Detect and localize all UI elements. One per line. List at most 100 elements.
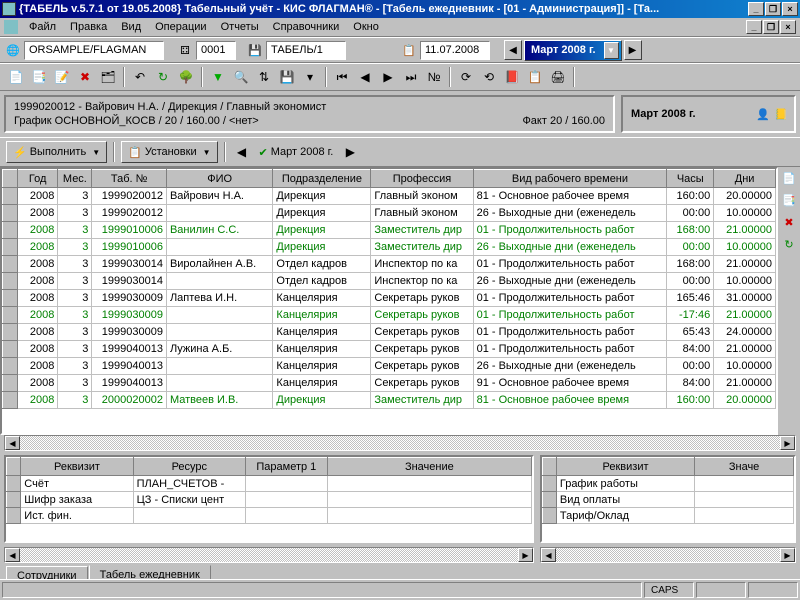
print-icon[interactable]: 🖨 bbox=[548, 67, 568, 87]
side-delete-icon[interactable]: ✖ bbox=[780, 213, 798, 231]
table-row[interactable]: 200831999020012ДирекцияГлавный эконом26 … bbox=[3, 205, 776, 222]
disk-icon[interactable]: 💾 bbox=[246, 41, 264, 59]
app-menu-icon[interactable] bbox=[4, 20, 18, 34]
scroll-right-icon[interactable]: ▶ bbox=[780, 436, 795, 450]
date-field[interactable]: 11.07.2008 bbox=[420, 41, 490, 60]
period-dropdown[interactable]: Март 2008 г. ▼ bbox=[524, 40, 622, 61]
save-icon[interactable]: 💾 bbox=[277, 67, 297, 87]
col-header[interactable]: Реквизит bbox=[556, 458, 694, 476]
next-icon[interactable]: ▶ bbox=[378, 67, 398, 87]
code-field[interactable]: 0001 bbox=[196, 41, 236, 60]
menu-file[interactable]: Файл bbox=[22, 19, 63, 35]
table-row[interactable]: График работы bbox=[543, 476, 794, 492]
month-prev-button[interactable]: ◀ bbox=[232, 142, 252, 162]
structure-icon[interactable]: ⚃ bbox=[176, 41, 194, 59]
view-icon[interactable]: 🗂 bbox=[98, 67, 118, 87]
link1-icon[interactable]: ⟳ bbox=[456, 67, 476, 87]
table-row[interactable]: 200831999030014Отдел кадровИнспектор по … bbox=[3, 273, 776, 290]
col-header[interactable]: Мес. bbox=[58, 170, 92, 188]
link2-icon[interactable]: ⟲ bbox=[479, 67, 499, 87]
menu-operations[interactable]: Операции bbox=[148, 19, 213, 35]
new-icon[interactable]: 📄 bbox=[6, 67, 26, 87]
col-header[interactable]: Дни bbox=[714, 170, 776, 188]
table-row[interactable]: 200832000020002Матвеев И.В.ДирекцияЗамес… bbox=[3, 392, 776, 409]
table-row[interactable]: 200831999040013Лужина А.Б.КанцелярияСекр… bbox=[3, 341, 776, 358]
col-header[interactable]: ФИО bbox=[166, 170, 272, 188]
path-field[interactable]: ТАБЕЛЬ/1 bbox=[266, 41, 346, 60]
right-hscroll[interactable]: ◀▶ bbox=[540, 547, 796, 563]
filter-icon[interactable]: ▼ bbox=[208, 67, 228, 87]
left-hscroll[interactable]: ◀▶ bbox=[4, 547, 534, 563]
table-row[interactable]: 200831999030009Лаптева И.Н.КанцелярияСек… bbox=[3, 290, 776, 307]
table-row[interactable]: 200831999040013КанцелярияСекретарь руков… bbox=[3, 375, 776, 392]
requisites-grid-left[interactable]: РеквизитРесурсПараметр 1ЗначениеСчётПЛАН… bbox=[4, 455, 534, 543]
table-row[interactable]: 200831999010006Ванилин С.С.ДирекцияЗамес… bbox=[3, 222, 776, 239]
globe-icon[interactable]: 🌐 bbox=[4, 41, 22, 59]
col-header[interactable]: Часы bbox=[667, 170, 714, 188]
sort-icon[interactable]: ⇅ bbox=[254, 67, 274, 87]
mdi-close-button[interactable]: × bbox=[780, 20, 796, 34]
doc2-icon[interactable]: 📑 bbox=[780, 191, 798, 209]
undo-icon[interactable]: ↶ bbox=[130, 67, 150, 87]
month-next-button[interactable]: ▶ bbox=[340, 142, 360, 162]
menu-window[interactable]: Окно bbox=[346, 19, 386, 35]
col-header[interactable]: Вид рабочего времени bbox=[473, 170, 667, 188]
tree-icon[interactable]: 🌳 bbox=[176, 67, 196, 87]
menu-reports[interactable]: Отчеты bbox=[214, 19, 266, 35]
menu-edit[interactable]: Правка bbox=[63, 19, 114, 35]
menu-view[interactable]: Вид bbox=[114, 19, 148, 35]
book-icon[interactable]: 📕 bbox=[502, 67, 522, 87]
col-header[interactable]: Реквизит bbox=[21, 458, 133, 476]
col-header[interactable]: Ресурс bbox=[133, 458, 245, 476]
col-header[interactable]: Профессия bbox=[371, 170, 473, 188]
period-prev-button[interactable]: ◀ bbox=[504, 40, 522, 60]
table-row[interactable]: Тариф/Оклад bbox=[543, 508, 794, 524]
mdi-minimize-button[interactable]: _ bbox=[746, 20, 762, 34]
delete-icon[interactable]: ✖ bbox=[75, 67, 95, 87]
refresh-icon[interactable]: ↻ bbox=[153, 67, 173, 87]
note-icon[interactable]: 📒 bbox=[774, 108, 788, 121]
table-row[interactable]: 200831999030009КанцелярияСекретарь руков… bbox=[3, 307, 776, 324]
timesheet-grid[interactable]: ГодМес.Таб. №ФИОПодразделениеПрофессияВи… bbox=[0, 167, 778, 435]
col-header[interactable]: Год bbox=[17, 170, 57, 188]
minimize-button[interactable]: _ bbox=[748, 2, 764, 16]
settings-button[interactable]: 📋 Установки ▼ bbox=[121, 141, 217, 163]
col-header[interactable]: Значение bbox=[327, 458, 531, 476]
main-hscroll[interactable]: ◀ ▶ bbox=[4, 435, 796, 451]
side-refresh-icon[interactable]: ↻ bbox=[780, 235, 798, 253]
first-icon[interactable]: ⏮ bbox=[332, 67, 352, 87]
period-next-button[interactable]: ▶ bbox=[624, 40, 642, 60]
prev-icon[interactable]: ◀ bbox=[355, 67, 375, 87]
table-row[interactable]: 200831999040013КанцелярияСекретарь руков… bbox=[3, 358, 776, 375]
person-icon[interactable]: 👤 bbox=[756, 108, 770, 121]
table-row[interactable]: 200831999010006ДирекцияЗаместитель дир26… bbox=[3, 239, 776, 256]
edit-icon[interactable]: 📝 bbox=[52, 67, 72, 87]
table-row[interactable]: Вид оплаты bbox=[543, 492, 794, 508]
copy-icon[interactable]: 📑 bbox=[29, 67, 49, 87]
table-row[interactable]: СчётПЛАН_СЧЕТОВ - bbox=[7, 476, 532, 492]
doc1-icon[interactable]: 📄 bbox=[780, 169, 798, 187]
database-field[interactable]: ORSAMPLE/FLAGMAN bbox=[24, 41, 164, 60]
clipboard-icon[interactable]: 📋 bbox=[525, 67, 545, 87]
execute-button[interactable]: ⚡ Выполнить ▼ bbox=[6, 141, 107, 163]
col-header[interactable]: Подразделение bbox=[273, 170, 371, 188]
maximize-button[interactable]: ❐ bbox=[765, 2, 781, 16]
table-row[interactable]: Ист. фин. bbox=[7, 508, 532, 524]
menu-references[interactable]: Справочники bbox=[266, 19, 347, 35]
table-row[interactable]: 200831999030014Виролайнен А.В.Отдел кадр… bbox=[3, 256, 776, 273]
table-row[interactable]: Шифр заказаЦЗ - Списки цент bbox=[7, 492, 532, 508]
col-header[interactable]: Таб. № bbox=[92, 170, 167, 188]
requisites-grid-right[interactable]: РеквизитЗначеГрафик работыВид оплатыТари… bbox=[540, 455, 796, 543]
search-icon[interactable]: 🔍 bbox=[231, 67, 251, 87]
mdi-restore-button[interactable]: ❐ bbox=[763, 20, 779, 34]
col-header[interactable]: Значе bbox=[695, 458, 794, 476]
col-header[interactable]: Параметр 1 bbox=[245, 458, 327, 476]
table-row[interactable]: 200831999030009КанцелярияСекретарь руков… bbox=[3, 324, 776, 341]
last-icon[interactable]: ⏭ bbox=[401, 67, 421, 87]
dropdown-icon[interactable]: ▾ bbox=[300, 67, 320, 87]
goto-icon[interactable]: № bbox=[424, 67, 444, 87]
close-button[interactable]: × bbox=[782, 2, 798, 16]
row-header[interactable] bbox=[3, 170, 18, 188]
scroll-left-icon[interactable]: ◀ bbox=[5, 436, 20, 450]
calendar-icon[interactable]: 📋 bbox=[400, 41, 418, 59]
